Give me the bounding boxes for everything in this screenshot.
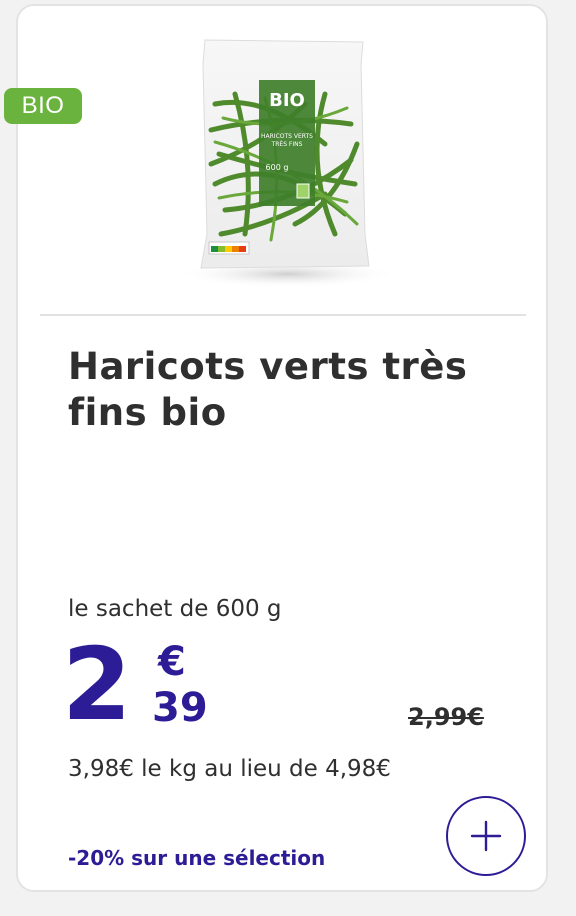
price-cents: 39 — [152, 685, 208, 731]
price-currency: € — [158, 639, 186, 685]
price-per-kg: 3,98€ le kg au lieu de 4,98€ — [68, 756, 391, 782]
package-weight: 600 g — [266, 163, 289, 172]
plus-icon — [470, 820, 502, 852]
package-brand-text: BIO — [269, 90, 305, 111]
package-product-line2: TRÈS FINS — [271, 140, 303, 148]
old-price: 2,99€ — [408, 703, 484, 731]
divider — [40, 314, 526, 316]
add-to-cart-button[interactable] — [446, 796, 526, 876]
price-integer: 2 — [62, 626, 132, 743]
bio-badge: BIO — [4, 88, 82, 124]
product-title: Haricots verts très fins bio — [68, 345, 468, 434]
package-product-line1: HARICOTS VERTS — [261, 133, 313, 140]
product-image: BIO HARICOTS VERTS TRÈS FINS 600 g — [175, 34, 399, 294]
promo-text: -20% sur une sélection — [68, 846, 326, 870]
unit-label: le sachet de 600 g — [68, 596, 282, 622]
